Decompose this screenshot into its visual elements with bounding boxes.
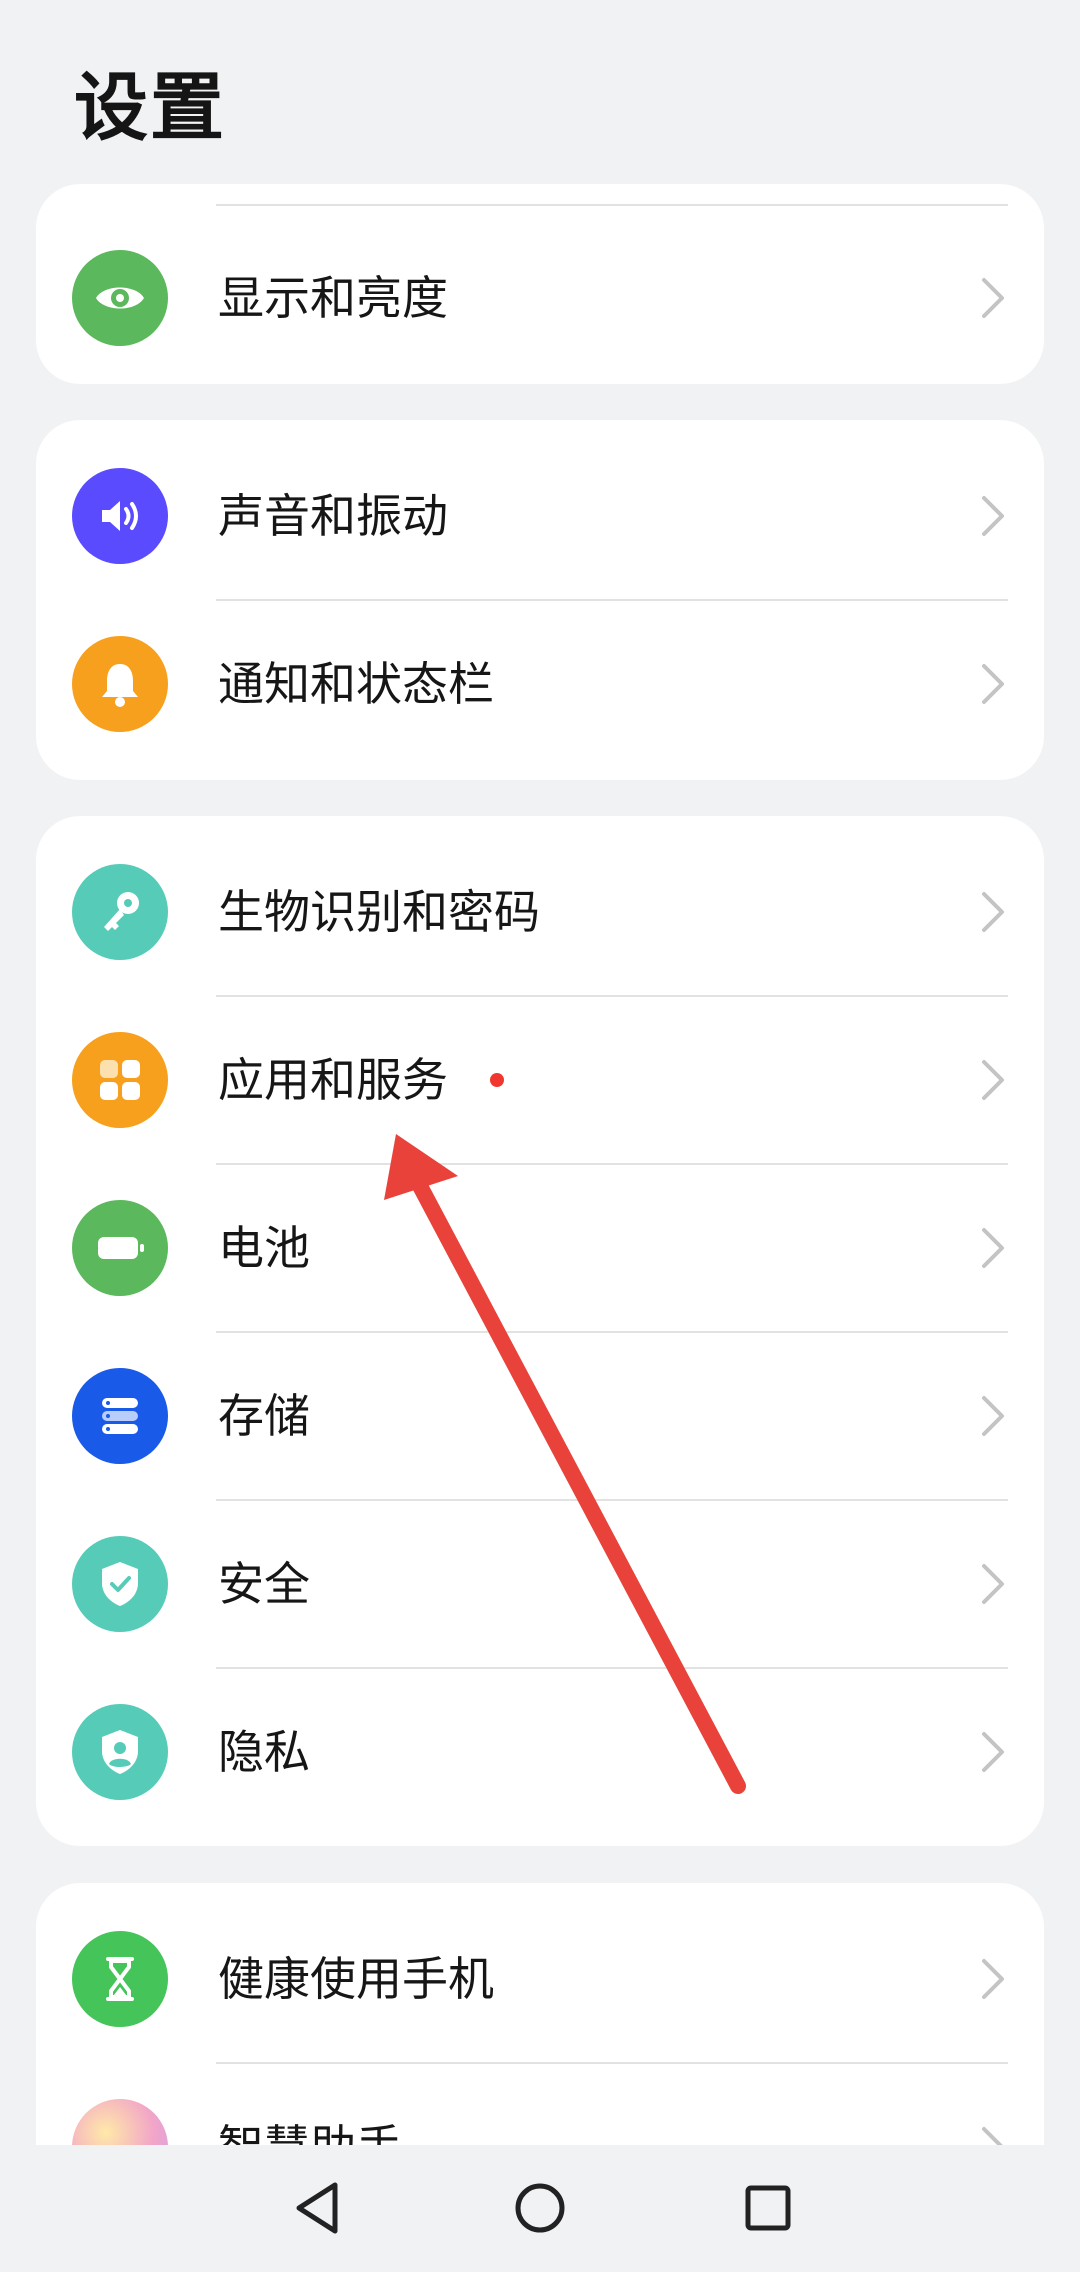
settings-item-label: 应用和服务 [218, 1053, 448, 1107]
settings-item-apps-services[interactable]: 应用和服务 [36, 996, 1044, 1164]
page-title: 设置 [74, 65, 226, 151]
settings-item-label: 隐私 [218, 1725, 310, 1779]
eye-icon [72, 250, 168, 346]
settings-item-label: 安全 [218, 1557, 310, 1611]
speaker-icon [72, 468, 168, 564]
settings-item-label: 通知和状态栏 [218, 657, 494, 711]
settings-screen: 设置 显示和亮度 声音和振动 通知和状态栏 生物识别和密码 应用和服务 电池 存… [0, 0, 1080, 2272]
assistant-orb-icon [72, 2099, 168, 2145]
recents-icon[interactable] [723, 2163, 813, 2253]
settings-item-label: 存储 [218, 1389, 310, 1443]
settings-item-label: 声音和振动 [218, 489, 448, 543]
settings-item-label: 智慧助手 [218, 2063, 402, 2145]
settings-item-notifications[interactable]: 通知和状态栏 [36, 600, 1044, 768]
settings-group-system: 生物识别和密码 应用和服务 电池 存储 安全 隐私 [36, 816, 1044, 1846]
chevron-right-icon [982, 496, 1004, 536]
shield-check-icon [72, 1536, 168, 1632]
settings-group-wellbeing: 健康使用手机 智慧助手 [36, 1883, 1044, 2145]
apps-grid-icon [72, 1032, 168, 1128]
settings-group-sound-notify: 声音和振动 通知和状态栏 [36, 420, 1044, 780]
chevron-right-icon [982, 664, 1004, 704]
privacy-shield-icon [72, 1704, 168, 1800]
settings-item-sound[interactable]: 声音和振动 [36, 432, 1044, 600]
chevron-right-icon [982, 1228, 1004, 1268]
battery-icon [72, 1200, 168, 1296]
bell-icon [72, 636, 168, 732]
chevron-right-icon [982, 1060, 1004, 1100]
chevron-right-icon [982, 1564, 1004, 1604]
settings-item-security[interactable]: 安全 [36, 1500, 1044, 1668]
settings-item-storage[interactable]: 存储 [36, 1332, 1044, 1500]
settings-item-label: 生物识别和密码 [218, 885, 540, 939]
divider [216, 204, 1008, 206]
chevron-right-icon [982, 892, 1004, 932]
chevron-right-icon [982, 1396, 1004, 1436]
settings-item-label: 健康使用手机 [218, 1952, 494, 2006]
home-icon[interactable] [495, 2163, 585, 2253]
settings-item-label: 显示和亮度 [218, 271, 448, 325]
system-nav-bar [0, 2145, 1080, 2272]
settings-item-label: 电池 [218, 1221, 310, 1275]
storage-icon [72, 1368, 168, 1464]
settings-item-battery[interactable]: 电池 [36, 1164, 1044, 1332]
chevron-right-icon [982, 1732, 1004, 1772]
chevron-right-icon [982, 278, 1004, 318]
settings-item-biometrics[interactable]: 生物识别和密码 [36, 828, 1044, 996]
back-icon[interactable] [273, 2163, 363, 2253]
settings-item-digital-balance[interactable]: 健康使用手机 [36, 1895, 1044, 2063]
settings-list[interactable]: 设置 显示和亮度 声音和振动 通知和状态栏 生物识别和密码 应用和服务 电池 存… [0, 0, 1080, 2145]
settings-item-display[interactable]: 显示和亮度 [36, 214, 1044, 382]
settings-item-privacy[interactable]: 隐私 [36, 1668, 1044, 1836]
settings-item-smart-assistant[interactable]: 智慧助手 [36, 2063, 1044, 2145]
hourglass-icon [72, 1931, 168, 2027]
chevron-right-icon [982, 2127, 1003, 2145]
settings-group-display: 显示和亮度 [36, 184, 1044, 384]
chevron-right-icon [982, 1959, 1004, 1999]
key-icon [72, 864, 168, 960]
notification-badge [490, 1073, 504, 1087]
